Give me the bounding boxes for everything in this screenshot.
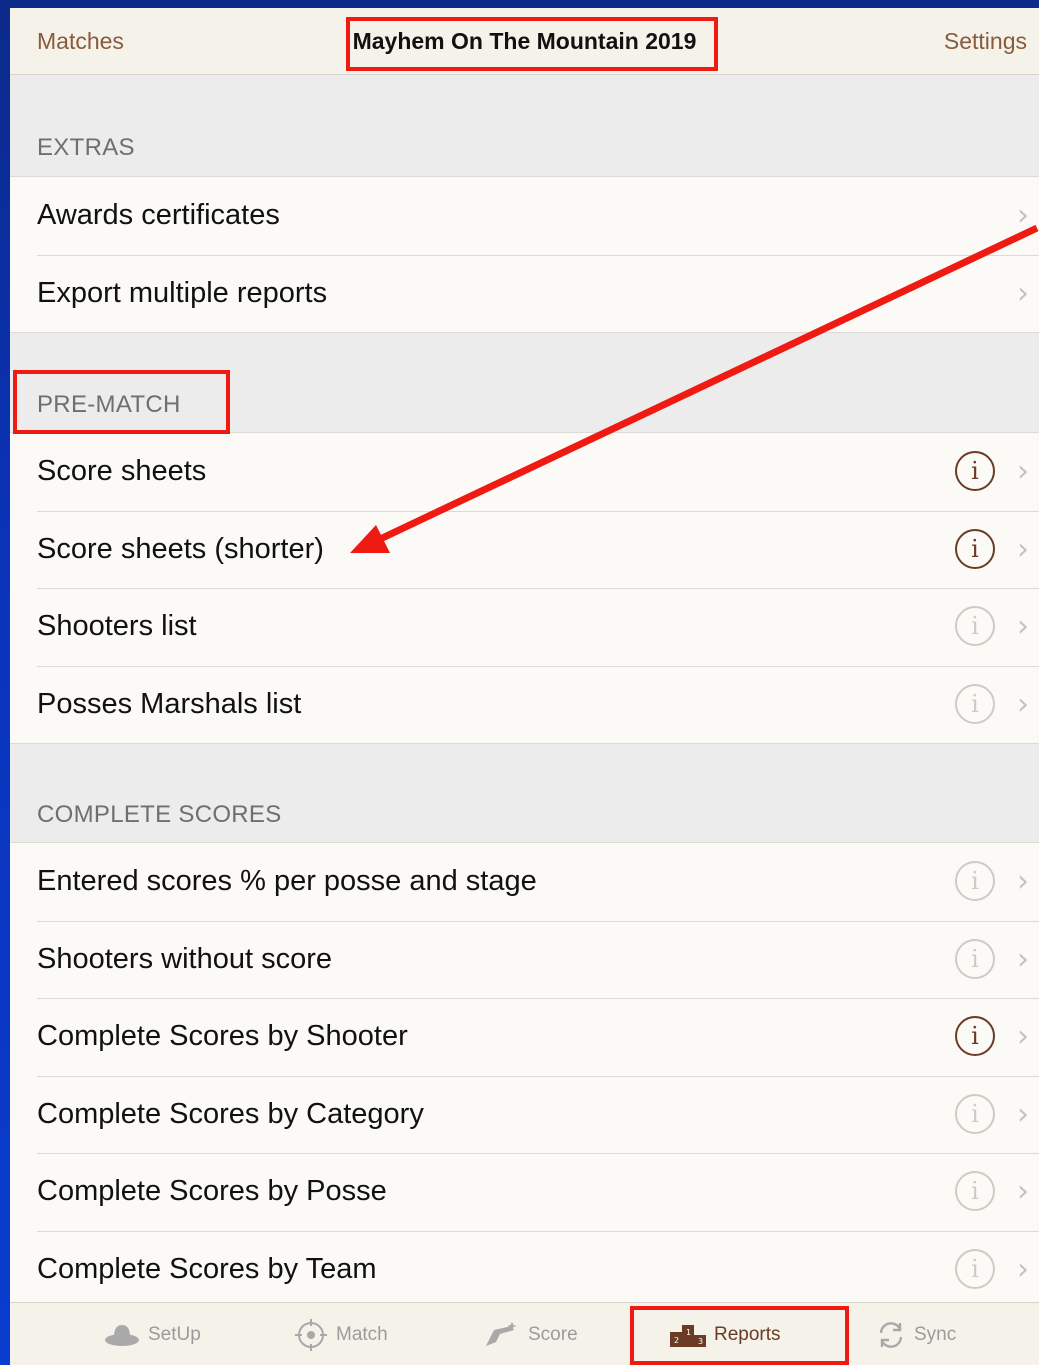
chevron-right-icon: › — [1017, 1096, 1029, 1132]
row-entered-scores-percent[interactable]: Entered scores % per posse and stage i › — [10, 843, 1039, 921]
info-icon[interactable]: i — [955, 451, 995, 491]
tab-bar: SetUp Match Score 213 Reports Sync — [10, 1302, 1039, 1365]
row-label: Complete Scores by Category — [37, 1097, 424, 1130]
section-header-extras: EXTRAS — [37, 134, 135, 161]
settings-button[interactable]: Settings — [944, 8, 1027, 75]
chevron-right-icon: › — [1017, 275, 1029, 311]
tab-label: Score — [528, 1323, 578, 1345]
target-icon — [294, 1318, 328, 1352]
info-icon[interactable]: i — [955, 938, 995, 979]
row-posses-marshals-list[interactable]: Posses Marshals list i › — [10, 665, 1039, 744]
reports-screen: Mayhem On The Mountain 2019 Matches Sett… — [10, 8, 1039, 1365]
complete-scores-list: Entered scores % per posse and stage i ›… — [10, 842, 1039, 1309]
row-shooters-without-score[interactable]: Shooters without score i › — [10, 920, 1039, 999]
row-label: Complete Scores by Team — [37, 1252, 377, 1285]
section-header-complete-scores: COMPLETE SCORES — [37, 801, 282, 828]
row-label: Score sheets (shorter) — [37, 532, 324, 565]
row-score-sheets-shorter[interactable]: Score sheets (shorter) i › — [10, 510, 1039, 589]
row-label: Shooters list — [37, 610, 197, 642]
sync-icon — [876, 1320, 906, 1350]
info-icon[interactable]: i — [955, 1248, 995, 1289]
row-score-sheets[interactable]: Score sheets i › — [10, 433, 1039, 511]
tab-sync[interactable]: Sync — [876, 1303, 956, 1365]
info-icon[interactable]: i — [955, 1171, 995, 1211]
tab-label: SetUp — [148, 1323, 201, 1345]
row-complete-scores-by-shooter[interactable]: Complete Scores by Shooter i › — [10, 998, 1039, 1076]
chevron-right-icon: › — [1017, 531, 1029, 567]
row-complete-scores-by-team[interactable]: Complete Scores by Team i › — [10, 1230, 1039, 1309]
row-complete-scores-by-posse[interactable]: Complete Scores by Posse i › — [10, 1153, 1039, 1231]
tab-match[interactable]: Match — [294, 1303, 388, 1365]
matches-back-button[interactable]: Matches — [37, 8, 124, 75]
row-label: Shooters without score — [37, 942, 332, 975]
tab-score[interactable]: Score — [482, 1303, 578, 1365]
row-label: Score sheets — [37, 455, 207, 487]
row-label: Complete Scores by Posse — [37, 1175, 387, 1207]
chevron-right-icon: › — [1017, 686, 1029, 722]
info-icon[interactable]: i — [955, 528, 995, 569]
chevron-right-icon: › — [1017, 198, 1029, 233]
info-icon[interactable]: i — [955, 606, 995, 646]
revolver-icon — [482, 1320, 520, 1350]
row-label: Awards certificates — [37, 199, 280, 231]
tab-setup[interactable]: SetUp — [104, 1303, 201, 1365]
annotation-box-prematch — [13, 370, 230, 434]
row-label: Entered scores % per posse and stage — [37, 865, 537, 897]
row-shooters-list[interactable]: Shooters list i › — [10, 588, 1039, 666]
chevron-right-icon: › — [1017, 864, 1029, 899]
extras-list: Awards certificates › Export multiple re… — [10, 176, 1039, 333]
chevron-right-icon: › — [1017, 941, 1029, 977]
annotation-box-title — [346, 17, 718, 71]
row-export-multiple-reports[interactable]: Export multiple reports › — [10, 254, 1039, 333]
row-label: Export multiple reports — [37, 276, 328, 309]
tab-label: Match — [336, 1323, 388, 1345]
cowboy-hat-icon — [104, 1321, 140, 1349]
chevron-right-icon: › — [1017, 454, 1029, 489]
row-complete-scores-by-category[interactable]: Complete Scores by Category i › — [10, 1075, 1039, 1154]
tab-label: Sync — [914, 1323, 957, 1345]
row-label: Complete Scores by Shooter — [37, 1020, 408, 1052]
row-awards-certificates[interactable]: Awards certificates › — [10, 177, 1039, 255]
chevron-right-icon: › — [1017, 1174, 1029, 1209]
prematch-list: Score sheets i › Score sheets (shorter) … — [10, 432, 1039, 744]
row-label: Posses Marshals list — [37, 687, 302, 720]
annotation-box-reports-tab — [630, 1306, 849, 1365]
chevron-right-icon: › — [1017, 609, 1029, 644]
info-icon[interactable]: i — [955, 861, 995, 901]
chevron-right-icon: › — [1017, 1251, 1029, 1287]
info-icon[interactable]: i — [955, 1093, 995, 1134]
info-icon[interactable]: i — [955, 1016, 995, 1056]
chevron-right-icon: › — [1017, 1019, 1029, 1054]
info-icon[interactable]: i — [955, 683, 995, 724]
